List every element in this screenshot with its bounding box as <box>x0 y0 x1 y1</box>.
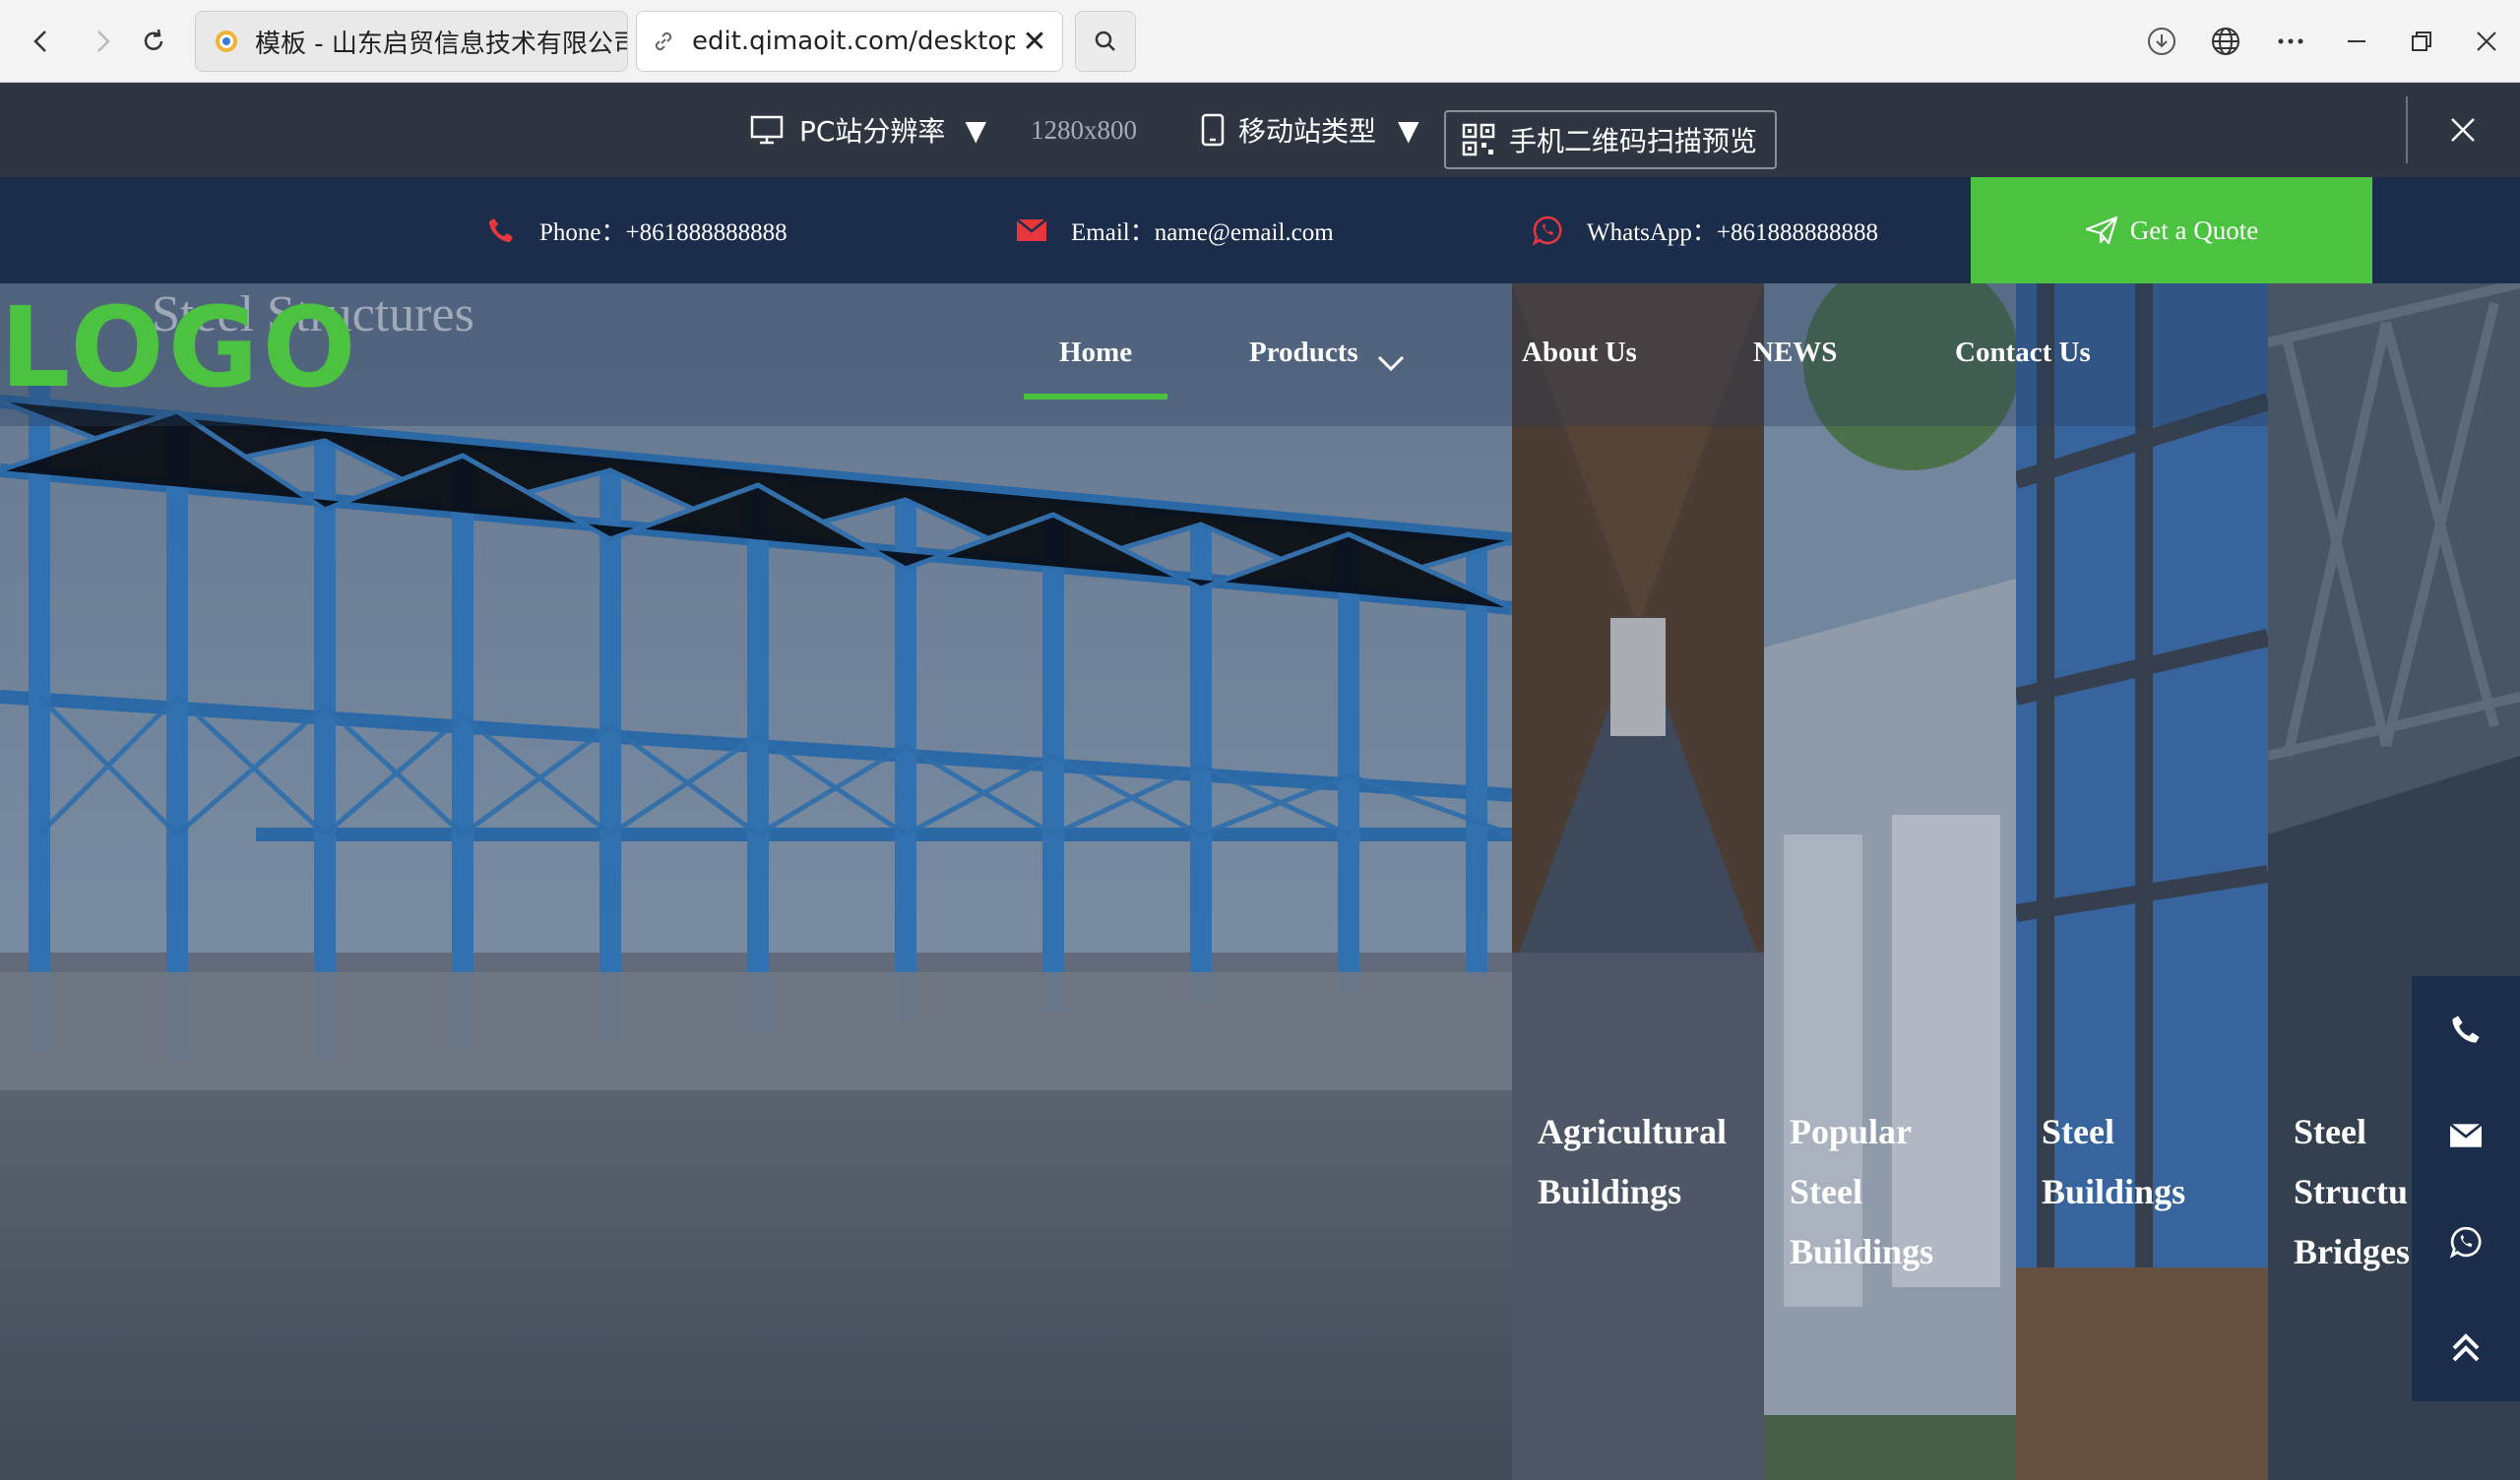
search-icon[interactable] <box>1075 11 1136 72</box>
nav-contact[interactable]: Contact Us <box>1955 337 2091 369</box>
mobile-type-selector[interactable]: 移动站类型 ▼ <box>1201 83 1419 177</box>
contact-email[interactable]: Email：name@email.com <box>1016 177 1334 283</box>
nav-about[interactable]: About Us <box>1522 337 1637 369</box>
chevron-down-icon: ▼ <box>1398 113 1419 147</box>
product-label: Steel Structu Bridges <box>2294 1112 2411 1271</box>
site-favicon-icon <box>216 31 237 52</box>
email-text: Email：name@email.com <box>1071 219 1334 246</box>
site-logo[interactable]: LOGO <box>0 293 360 403</box>
more-icon[interactable] <box>2267 18 2314 65</box>
tab-title: 模板 - 山东启贸信息技术有限公司 <box>255 29 627 59</box>
product-panel-popular-steel[interactable]: Popular Steel Buildings <box>1764 283 2016 1480</box>
close-icon[interactable] <box>2463 18 2510 65</box>
whatsapp-icon <box>1532 216 1562 246</box>
hero-main-image <box>0 283 1512 1480</box>
toolbar-divider <box>2406 96 2408 163</box>
whatsapp-text: WhatsApp：+861888888888 <box>1587 219 1879 246</box>
hero-banner: Agricultural Buildings Popular Steel Bui… <box>0 283 2520 1480</box>
phone-icon <box>489 218 513 242</box>
nav-news[interactable]: NEWS <box>1753 337 1837 369</box>
paper-plane-icon <box>2085 216 2117 245</box>
product-label: Popular Steel Buildings <box>1790 1112 1934 1271</box>
reload-icon[interactable] <box>130 18 177 65</box>
preview-toolbar: PC站分辨率 ▼ 1280x800 移动站类型 ▼ 手机二维码扫描预览 <box>0 83 2520 177</box>
steel-building-illustration <box>1764 283 2016 1480</box>
chevron-down-icon[interactable] <box>1376 354 1406 372</box>
minimize-icon[interactable] <box>2333 18 2380 65</box>
get-quote-button[interactable]: Get a Quote <box>1971 177 2372 283</box>
resolution-value: 1280x800 <box>1031 114 1137 145</box>
back-to-top-icon[interactable] <box>2412 1295 2520 1401</box>
link-icon <box>655 31 672 51</box>
browser-toolbar: 模板 - 山东启贸信息技术有限公司 edit.qimaoit.com/deskt… <box>0 0 2520 83</box>
floating-contact-bar <box>2412 976 2520 1401</box>
float-mail-icon[interactable] <box>2412 1082 2520 1189</box>
nav-home[interactable]: Home <box>1059 337 1132 369</box>
pc-resolution-label: PC站分辨率 <box>799 115 946 148</box>
tab-edit[interactable]: edit.qimaoit.com/desktop/h ✕ <box>636 11 1063 72</box>
steel-frame-illustration <box>2016 283 2268 1480</box>
forward-icon[interactable] <box>79 18 126 65</box>
chevron-down-icon: ▼ <box>965 113 986 147</box>
contact-whatsapp[interactable]: WhatsApp：+861888888888 <box>1532 177 1878 283</box>
tab-template[interactable]: 模板 - 山东启贸信息技术有限公司 <box>195 11 628 72</box>
product-panel-agricultural[interactable]: Agricultural Buildings <box>1512 283 1764 1480</box>
float-whatsapp-icon[interactable] <box>2412 1189 2520 1295</box>
phone-text: Phone：+861888888888 <box>539 219 788 246</box>
download-icon[interactable] <box>2138 18 2185 65</box>
qr-preview-button[interactable]: 手机二维码扫描预览 <box>1444 110 1777 169</box>
close-tab-icon[interactable]: ✕ <box>1015 22 1054 61</box>
mobile-phone-icon <box>1201 113 1225 147</box>
product-label: Steel Buildings <box>2042 1112 2186 1211</box>
mobile-type-label: 移动站类型 <box>1238 115 1377 148</box>
product-panel-steel-buildings[interactable]: Steel Buildings <box>2016 283 2268 1480</box>
steel-structure-illustration <box>0 283 1512 1480</box>
barn-interior-illustration <box>1512 283 1764 1480</box>
close-preview-icon[interactable] <box>2439 106 2487 154</box>
nav-active-indicator <box>1024 394 1167 400</box>
product-label: Agricultural Buildings <box>1538 1112 1727 1211</box>
restore-icon[interactable] <box>2398 18 2445 65</box>
globe-icon[interactable] <box>2202 18 2249 65</box>
qr-code-icon <box>1462 123 1495 156</box>
get-quote-label: Get a Quote <box>2129 215 2259 245</box>
mail-icon <box>1016 218 1047 241</box>
monitor-icon <box>750 115 784 145</box>
pc-resolution-selector[interactable]: PC站分辨率 ▼ <box>750 83 986 177</box>
back-icon[interactable] <box>18 18 65 65</box>
contact-phone[interactable]: Phone：+861888888888 <box>486 177 788 283</box>
nav-products[interactable]: Products <box>1249 337 1358 369</box>
float-phone-icon[interactable] <box>2412 976 2520 1082</box>
qr-preview-label: 手机二维码扫描预览 <box>1509 125 1758 157</box>
tab-title: edit.qimaoit.com/desktop/h <box>692 27 1015 56</box>
